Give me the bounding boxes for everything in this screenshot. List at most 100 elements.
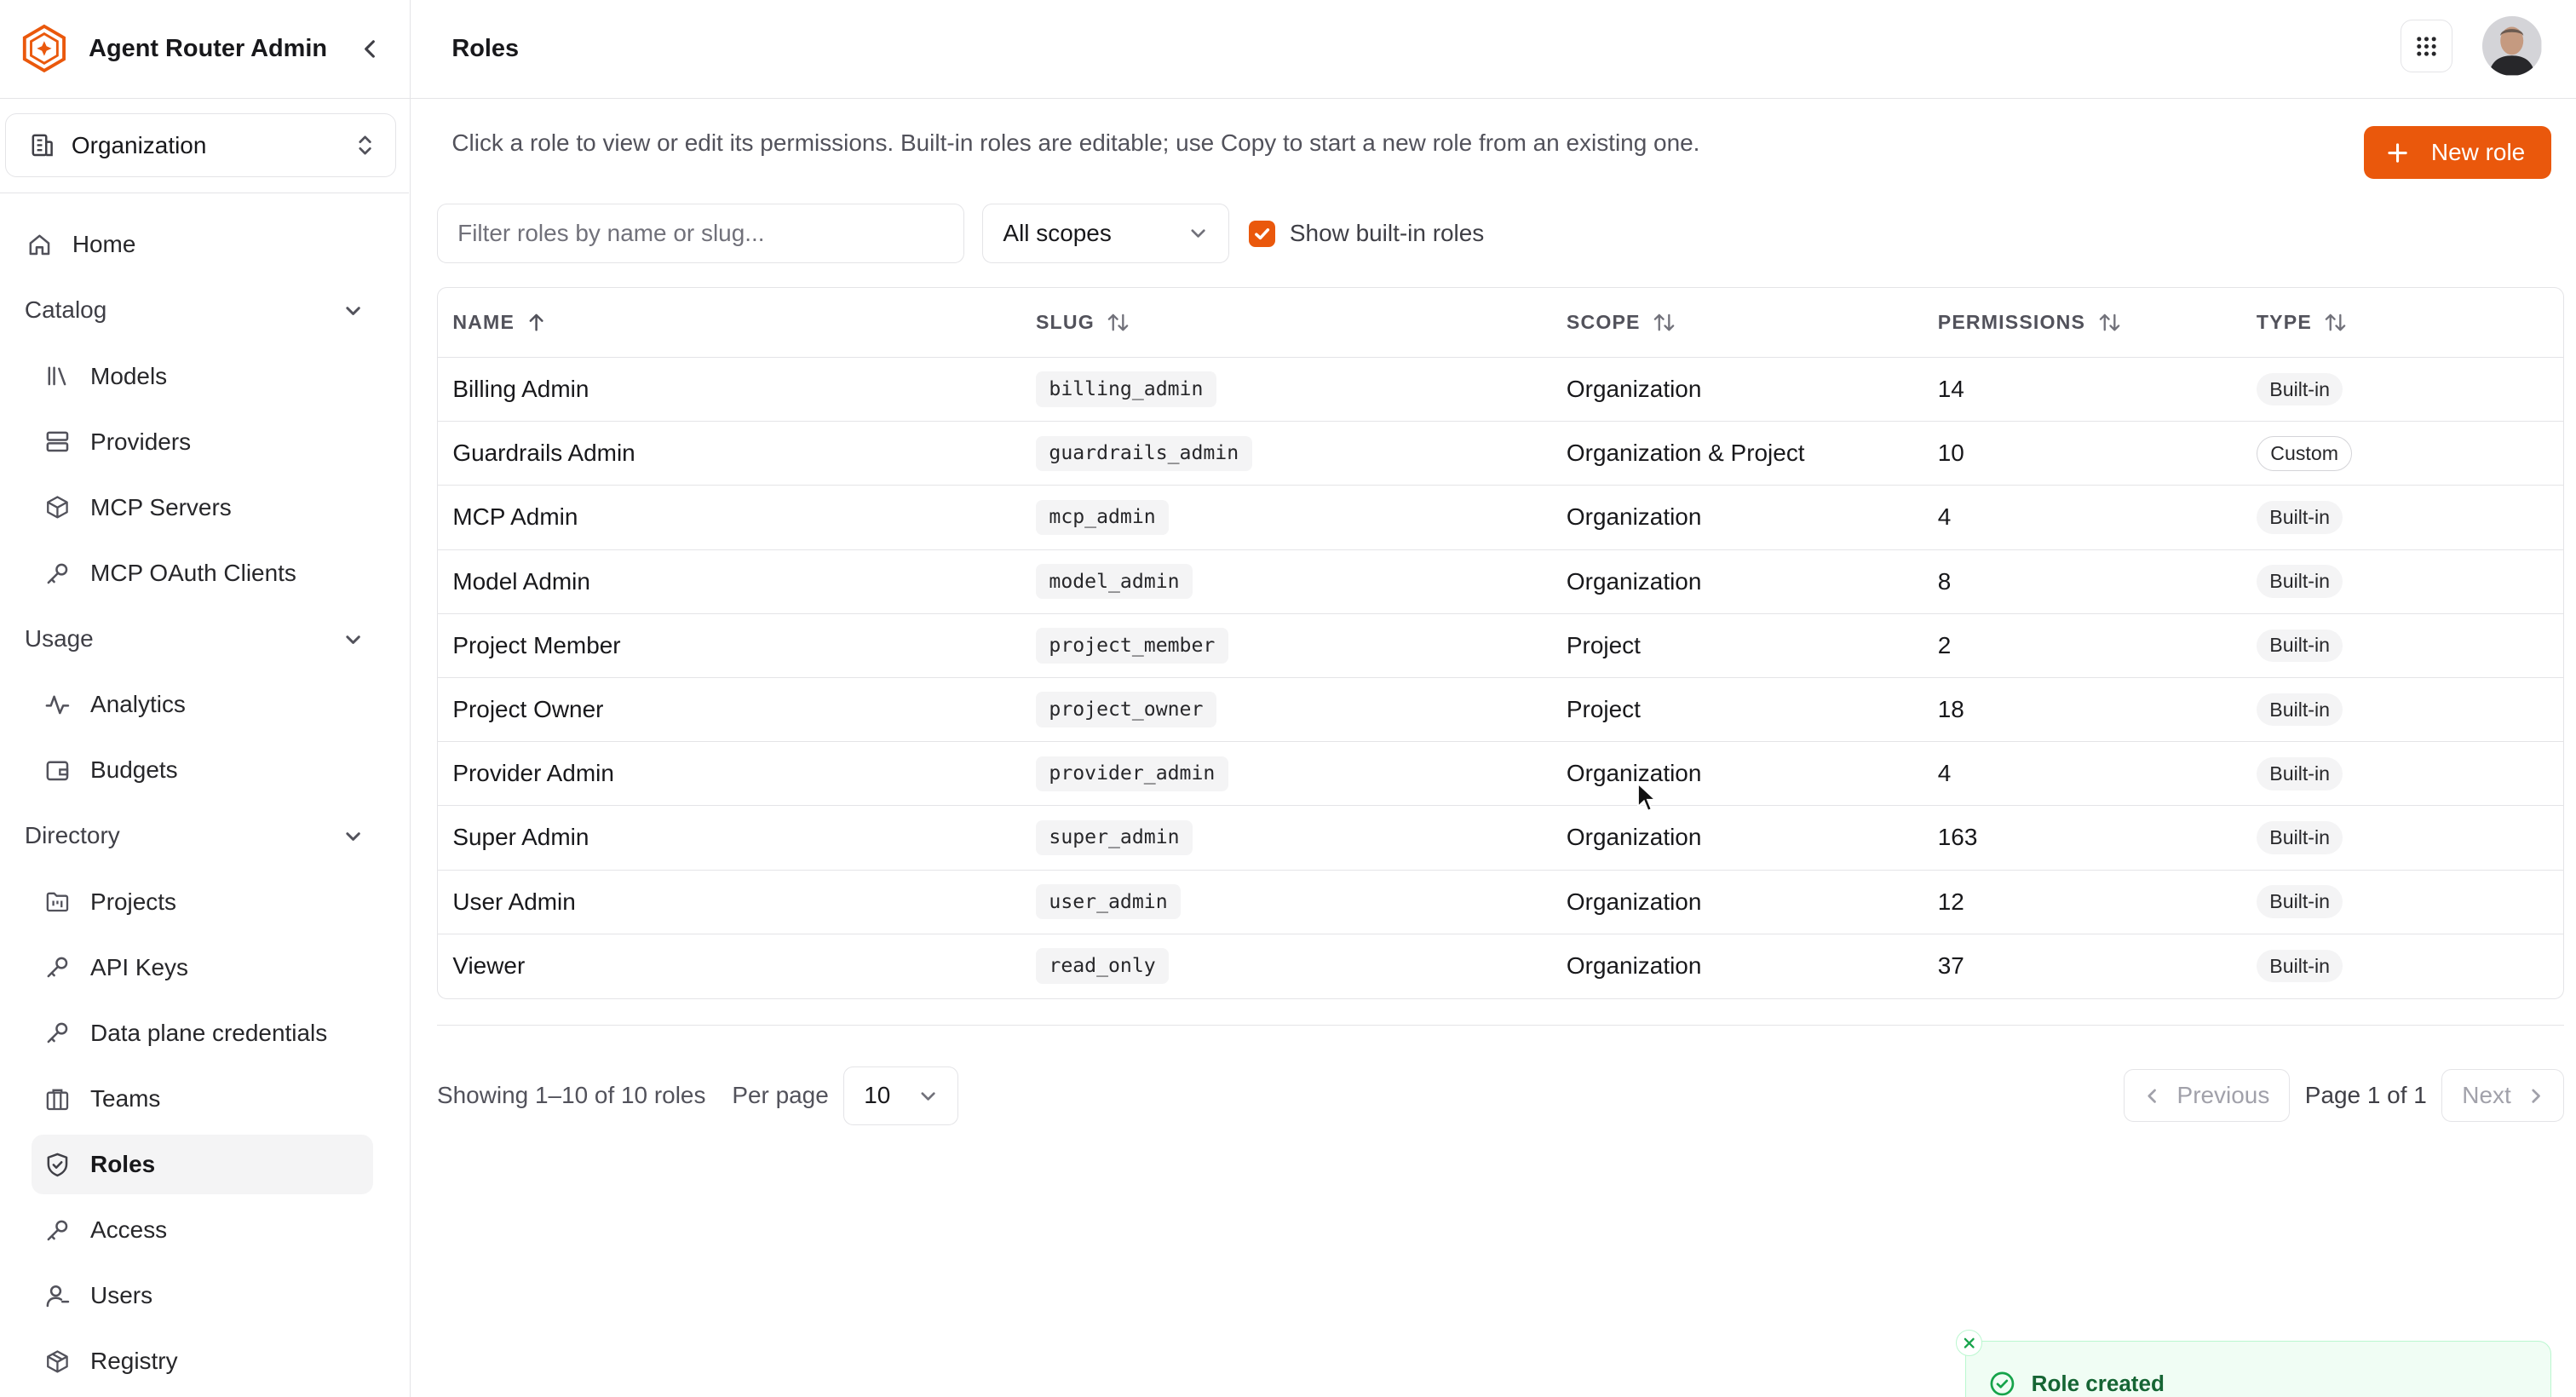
wallet-icon [44,757,71,784]
column-header-permissions[interactable]: PERMISSIONS [1923,288,2242,358]
role-scope: Organization [1566,952,1702,980]
sidebar-item-roles[interactable]: Roles [31,1135,373,1194]
sidebar-item-api-keys[interactable]: API Keys [32,938,373,997]
page-indicator: Page 1 of 1 [2304,1082,2427,1109]
role-type-badge: Built-in [2256,757,2343,790]
column-header-label: SCOPE [1566,311,1641,334]
toast-close-button[interactable] [1956,1330,1982,1357]
table-row[interactable]: User Admin user_admin Organization 12 Built-… [437,870,2564,934]
chevron-left-icon [365,40,376,59]
sidebar-item-access[interactable]: Access [32,1201,373,1260]
role-type-cell: Built-in [2241,357,2564,423]
column-header-scope[interactable]: SCOPE [1551,288,1923,358]
role-name: Super Admin [452,824,589,851]
sidebar-item-mcp-oauth-clients[interactable]: MCP OAuth Clients [32,543,373,602]
org-switcher[interactable]: Organization [4,113,396,178]
next-page-button[interactable]: Next [2441,1069,2565,1123]
table-row[interactable]: Guardrails Admin guardrails_admin Organiza… [437,421,2564,486]
filter-roles-input[interactable] [436,204,965,263]
sidebar-item-label: MCP OAuth Clients [90,559,296,586]
sidebar-item-label: Users [90,1282,153,1309]
chevron-down-icon [1191,229,1205,239]
role-scope-cell: Organization [1551,485,1923,550]
table-row[interactable]: Model Admin model_admin Organization 8 Built… [437,549,2564,614]
next-label: Next [2462,1082,2511,1109]
user-avatar[interactable] [2482,16,2542,76]
chevron-down-icon [921,1092,935,1101]
column-header-label: SLUG [1035,311,1095,334]
per-page-select[interactable]: 10 [843,1066,959,1126]
sidebar-item-budgets[interactable]: Budgets [32,741,373,800]
role-permissions: 2 [1937,631,1952,658]
role-scope: Project [1566,696,1641,723]
apps-menu-button[interactable] [2400,20,2453,72]
role-permissions: 12 [1937,888,1964,915]
show-builtin-roles-toggle[interactable]: Show built-in roles [1248,220,1484,247]
role-permissions-cell: 4 [1923,741,2242,807]
role-type-badge: Built-in [2256,565,2343,598]
sidebar-item-home[interactable]: Home [11,216,372,274]
table-row[interactable]: Super Admin super_admin Organization 163 Bui… [437,805,2564,871]
sidebar-item-users[interactable]: Users [32,1267,373,1325]
role-slug: guardrails_admin [1035,435,1252,471]
table-row[interactable]: Provider Admin provider_admin Organization… [437,741,2564,807]
sidebar-item-teams[interactable]: Teams [32,1069,373,1128]
sidebar-section-catalog[interactable]: Catalog [11,281,372,340]
role-scope-cell: Project [1551,677,1923,743]
role-name: Project Owner [452,696,604,723]
previous-page-button[interactable]: Previous [2123,1069,2291,1123]
role-type-cell: Built-in [2241,485,2564,550]
scope-select[interactable]: All scopes [982,204,1229,263]
role-name: Model Admin [452,567,590,595]
column-header-slug[interactable]: SLUG [1021,288,1552,358]
role-permissions-cell: 14 [1923,357,2242,423]
role-slug: project_owner [1035,692,1216,727]
role-scope-cell: Organization [1551,741,1923,807]
role-type-cell: Custom [2241,421,2564,486]
server-icon [44,428,71,455]
sidebar-item-providers[interactable]: Providers [32,412,373,471]
collapse-sidebar-button[interactable] [351,30,390,69]
role-slug-cell: guardrails_admin [1021,421,1552,486]
column-header-name[interactable]: NAME [437,288,1021,358]
role-slug-cell: project_member [1021,613,1552,678]
role-permissions: 14 [1937,376,1964,403]
table-row[interactable]: Project Owner project_owner Project 18 Built… [437,677,2564,743]
sidebar-item-label: Budgets [90,756,178,784]
role-type-badge: Built-in [2256,629,2343,663]
column-header-type[interactable]: TYPE [2241,288,2564,358]
sidebar-item-data-plane-credentials[interactable]: Data plane credentials [32,1003,373,1062]
role-slug: user_admin [1035,883,1182,920]
sidebar-section-usage[interactable]: Usage [11,609,372,668]
show-builtin-checkbox[interactable] [1248,221,1275,247]
sidebar-item-mcp-servers[interactable]: MCP Servers [32,478,373,537]
role-name-cell: User Admin [437,870,1021,934]
role-scope-cell: Organization [1551,805,1923,871]
role-name-cell: Super Admin [437,805,1021,871]
chevron-down-icon [346,832,360,841]
sort-icon [1653,313,1675,332]
chevron-right-icon [2527,1088,2544,1104]
sidebar-item-registry[interactable]: Registry [32,1332,373,1391]
sidebar-item-projects[interactable]: Projects [32,872,373,931]
sidebar-section-directory[interactable]: Directory [11,807,372,865]
role-scope: Organization [1566,503,1702,531]
role-type-badge: Custom [2256,435,2353,471]
role-permissions-cell: 4 [1923,485,2242,550]
roles-table: NAME SLUG SCOPE PERMISSIONS TYPE Billing… [436,287,2565,999]
role-permissions: 37 [1937,952,1964,980]
table-row[interactable]: Project Member project_member Project 2 Buil… [437,613,2564,678]
sidebar-item-models[interactable]: Models [32,347,373,405]
role-type-badge: Built-in [2256,885,2343,918]
roles-intro-text: Click a role to view or edit its permiss… [451,129,1700,157]
building-icon [44,1086,71,1112]
role-scope: Organization [1566,888,1702,915]
role-type-cell: Built-in [2241,677,2564,743]
table-row[interactable]: Billing Admin billing_admin Organization 14… [437,357,2564,423]
table-row[interactable]: MCP Admin mcp_admin Organization 4 Built-in [437,485,2564,550]
new-role-button[interactable]: New role [2363,126,2552,180]
sidebar-item-analytics[interactable]: Analytics [32,676,373,734]
table-row[interactable]: Viewer read_only Organization 37 Built-in [438,934,2563,997]
sidebar-item-label: Analytics [90,691,186,718]
role-permissions-cell: 37 [1923,934,2241,997]
